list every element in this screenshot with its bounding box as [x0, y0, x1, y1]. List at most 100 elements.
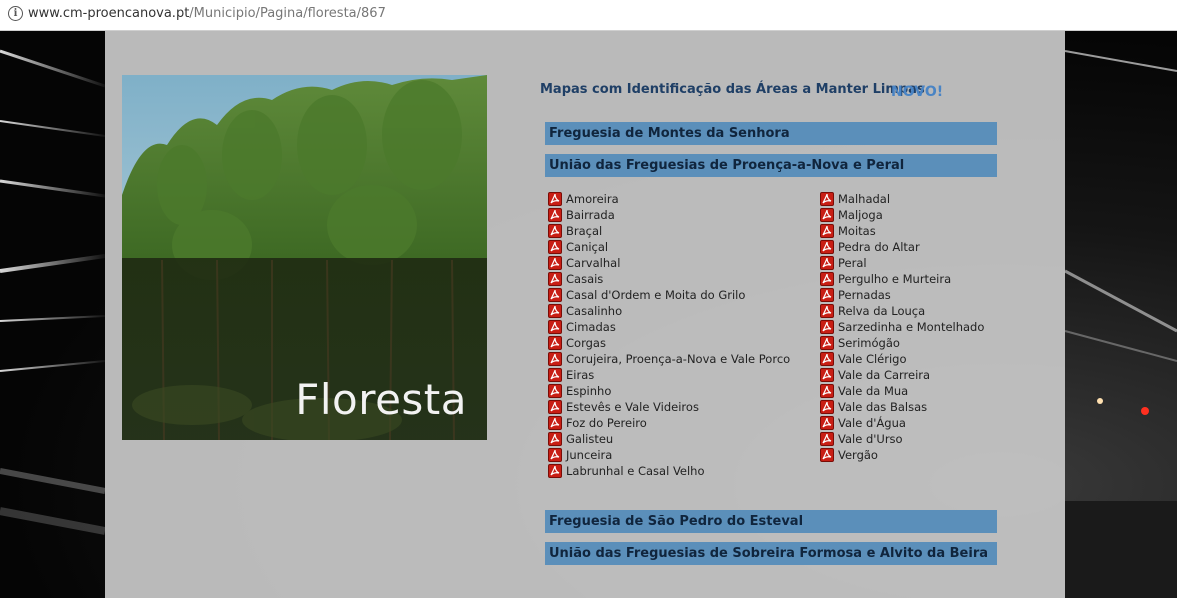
place-link[interactable]: Cimadas [548, 319, 790, 335]
place-link[interactable]: Vale d'Água [820, 415, 984, 431]
pdf-icon[interactable] [820, 416, 834, 430]
place-label[interactable]: Corgas [566, 336, 606, 350]
place-label[interactable]: Relva da Louça [838, 304, 925, 318]
place-label[interactable]: Sarzedinha e Montelhado [838, 320, 984, 334]
place-link[interactable]: Estevês e Vale Videiros [548, 399, 790, 415]
place-label[interactable]: Pergulho e Murteira [838, 272, 951, 286]
section-montes-da-senhora[interactable]: Freguesia de Montes da Senhora [545, 122, 997, 145]
section-proenca-a-nova-peral[interactable]: União das Freguesias de Proença-a-Nova e… [545, 154, 997, 177]
pdf-icon[interactable] [548, 304, 562, 318]
place-label[interactable]: Bairrada [566, 208, 615, 222]
pdf-icon[interactable] [548, 208, 562, 222]
place-link[interactable]: Amoreira [548, 191, 790, 207]
place-link[interactable]: Vale Clérigo [820, 351, 984, 367]
place-label[interactable]: Vergão [838, 448, 878, 462]
place-link[interactable]: Pergulho e Murteira [820, 271, 984, 287]
place-link[interactable]: Peral [820, 255, 984, 271]
place-link[interactable]: Bairrada [548, 207, 790, 223]
pdf-icon[interactable] [548, 256, 562, 270]
place-link[interactable]: Galisteu [548, 431, 790, 447]
place-label[interactable]: Casal d'Ordem e Moita do Grilo [566, 288, 745, 302]
place-label[interactable]: Casais [566, 272, 603, 286]
pdf-icon[interactable] [820, 400, 834, 414]
pdf-icon[interactable] [548, 352, 562, 366]
place-label[interactable]: Braçal [566, 224, 602, 238]
place-link[interactable]: Braçal [548, 223, 790, 239]
pdf-icon[interactable] [820, 336, 834, 350]
info-icon[interactable]: i [8, 6, 23, 21]
place-label[interactable]: Serimógão [838, 336, 900, 350]
place-label[interactable]: Vale da Mua [838, 384, 908, 398]
place-link[interactable]: Casais [548, 271, 790, 287]
place-label[interactable]: Estevês e Vale Videiros [566, 400, 699, 414]
pdf-icon[interactable] [820, 224, 834, 238]
place-link[interactable]: Vale das Balsas [820, 399, 984, 415]
place-label[interactable]: Amoreira [566, 192, 619, 206]
place-label[interactable]: Moitas [838, 224, 876, 238]
place-label[interactable]: Vale das Balsas [838, 400, 927, 414]
pdf-icon[interactable] [548, 368, 562, 382]
pdf-icon[interactable] [548, 400, 562, 414]
pdf-icon[interactable] [820, 208, 834, 222]
pdf-icon[interactable] [820, 432, 834, 446]
place-link[interactable]: Casalinho [548, 303, 790, 319]
pdf-icon[interactable] [548, 272, 562, 286]
pdf-icon[interactable] [820, 288, 834, 302]
pdf-icon[interactable] [820, 384, 834, 398]
pdf-icon[interactable] [820, 304, 834, 318]
pdf-icon[interactable] [820, 320, 834, 334]
place-link[interactable]: Espinho [548, 383, 790, 399]
place-label[interactable]: Maljoga [838, 208, 883, 222]
place-link[interactable]: Carvalhal [548, 255, 790, 271]
pdf-icon[interactable] [820, 448, 834, 462]
place-label[interactable]: Espinho [566, 384, 611, 398]
place-link[interactable]: Malhadal [820, 191, 984, 207]
pdf-icon[interactable] [820, 272, 834, 286]
place-label[interactable]: Carvalhal [566, 256, 620, 270]
place-link[interactable]: Foz do Pereiro [548, 415, 790, 431]
place-label[interactable]: Pedra do Altar [838, 240, 920, 254]
place-link[interactable]: Moitas [820, 223, 984, 239]
pdf-icon[interactable] [820, 240, 834, 254]
place-label[interactable]: Vale d'Urso [838, 432, 903, 446]
place-link[interactable]: Casal d'Ordem e Moita do Grilo [548, 287, 790, 303]
place-link[interactable]: Pedra do Altar [820, 239, 984, 255]
place-label[interactable]: Galisteu [566, 432, 613, 446]
place-label[interactable]: Caniçal [566, 240, 608, 254]
section-sobreira-formosa-alvito[interactable]: União das Freguesias de Sobreira Formosa… [545, 542, 997, 565]
place-label[interactable]: Casalinho [566, 304, 622, 318]
pdf-icon[interactable] [548, 320, 562, 334]
place-link[interactable]: Vale da Mua [820, 383, 984, 399]
pdf-icon[interactable] [548, 288, 562, 302]
place-label[interactable]: Junceira [566, 448, 612, 462]
place-link[interactable]: Caniçal [548, 239, 790, 255]
pdf-icon[interactable] [820, 192, 834, 206]
pdf-icon[interactable] [820, 368, 834, 382]
place-link[interactable]: Junceira [548, 447, 790, 463]
place-label[interactable]: Pernadas [838, 288, 891, 302]
place-link[interactable]: Corgas [548, 335, 790, 351]
address-bar[interactable]: i www.cm-proencanova.pt/Municipio/Pagina… [0, 0, 1177, 31]
place-label[interactable]: Vale da Carreira [838, 368, 930, 382]
place-label[interactable]: Labrunhal e Casal Velho [566, 464, 705, 478]
pdf-icon[interactable] [820, 352, 834, 366]
place-link[interactable]: Pernadas [820, 287, 984, 303]
pdf-icon[interactable] [548, 240, 562, 254]
place-label[interactable]: Foz do Pereiro [566, 416, 647, 430]
place-label[interactable]: Corujeira, Proença-a-Nova e Vale Porco [566, 352, 790, 366]
pdf-icon[interactable] [548, 224, 562, 238]
pdf-icon[interactable] [548, 416, 562, 430]
pdf-icon[interactable] [820, 256, 834, 270]
place-link[interactable]: Maljoga [820, 207, 984, 223]
place-link[interactable]: Eiras [548, 367, 790, 383]
pdf-icon[interactable] [548, 448, 562, 462]
place-label[interactable]: Vale d'Água [838, 416, 906, 430]
place-label[interactable]: Eiras [566, 368, 594, 382]
section-sao-pedro-do-esteval[interactable]: Freguesia de São Pedro do Esteval [545, 510, 997, 533]
pdf-icon[interactable] [548, 432, 562, 446]
url-text[interactable]: www.cm-proencanova.pt/Municipio/Pagina/f… [28, 6, 386, 21]
place-label[interactable]: Vale Clérigo [838, 352, 907, 366]
place-label[interactable]: Malhadal [838, 192, 890, 206]
place-link[interactable]: Relva da Louça [820, 303, 984, 319]
pdf-icon[interactable] [548, 336, 562, 350]
